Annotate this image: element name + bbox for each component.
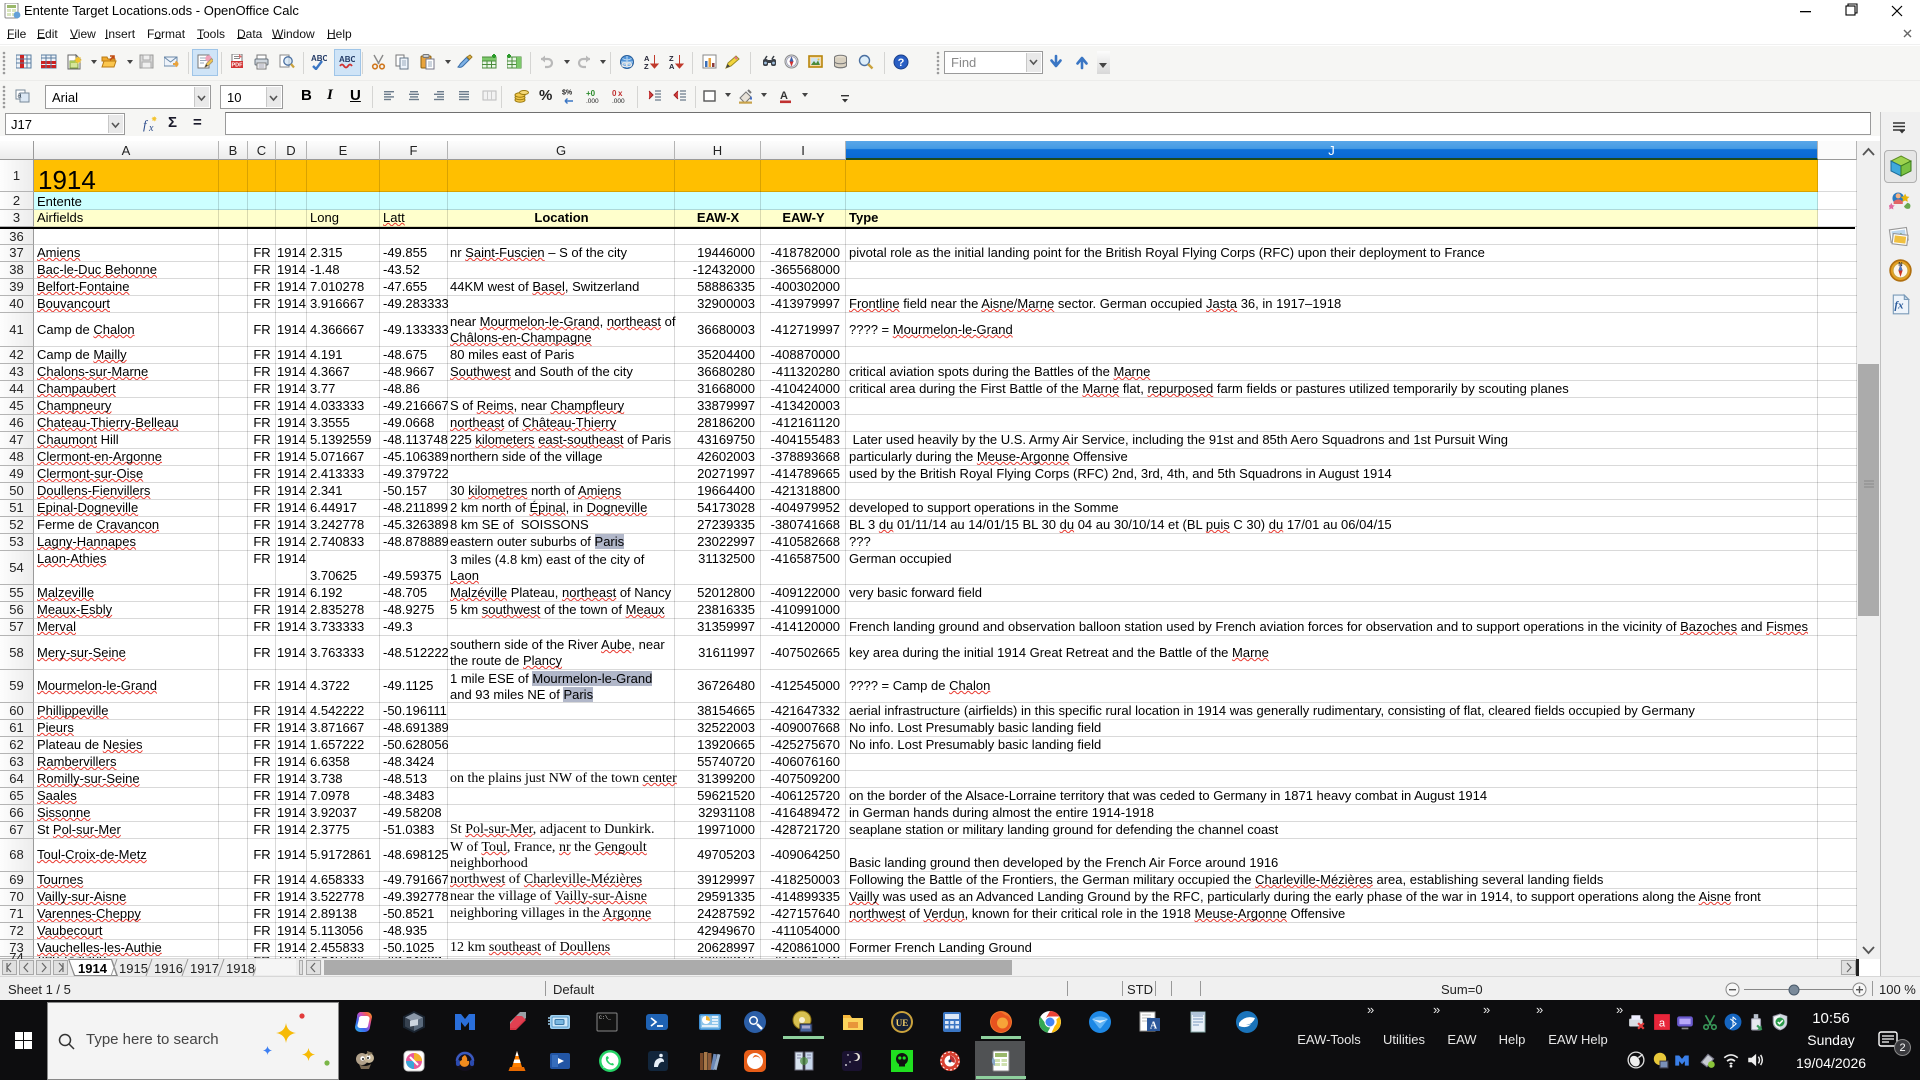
svg-text:fx: fx bbox=[1894, 299, 1904, 311]
svg-text:A: A bbox=[1150, 1021, 1158, 1032]
svg-text:a: a bbox=[1659, 1018, 1666, 1030]
svg-text:C:\_: C:\_ bbox=[599, 1015, 612, 1021]
svg-text:a: a bbox=[18, 93, 22, 100]
svg-text:.000: .000 bbox=[612, 98, 625, 104]
svg-text:ABC: ABC bbox=[311, 54, 327, 63]
svg-text:+0: +0 bbox=[586, 89, 596, 98]
svg-text:A: A bbox=[669, 62, 675, 70]
svg-text:x: x bbox=[148, 123, 154, 132]
svg-text:UE: UE bbox=[896, 1018, 909, 1028]
svg-text:A: A bbox=[780, 90, 788, 102]
svg-text:x: x bbox=[618, 89, 623, 98]
svg-text:0: 0 bbox=[612, 89, 617, 98]
svg-text:$%: $% bbox=[562, 90, 573, 97]
svg-text:Z: Z bbox=[644, 62, 649, 70]
svg-text:ABC: ABC bbox=[339, 55, 355, 64]
svg-text:?: ? bbox=[898, 57, 905, 69]
svg-text:PDF: PDF bbox=[232, 63, 244, 69]
svg-text:.000: .000 bbox=[586, 98, 599, 104]
